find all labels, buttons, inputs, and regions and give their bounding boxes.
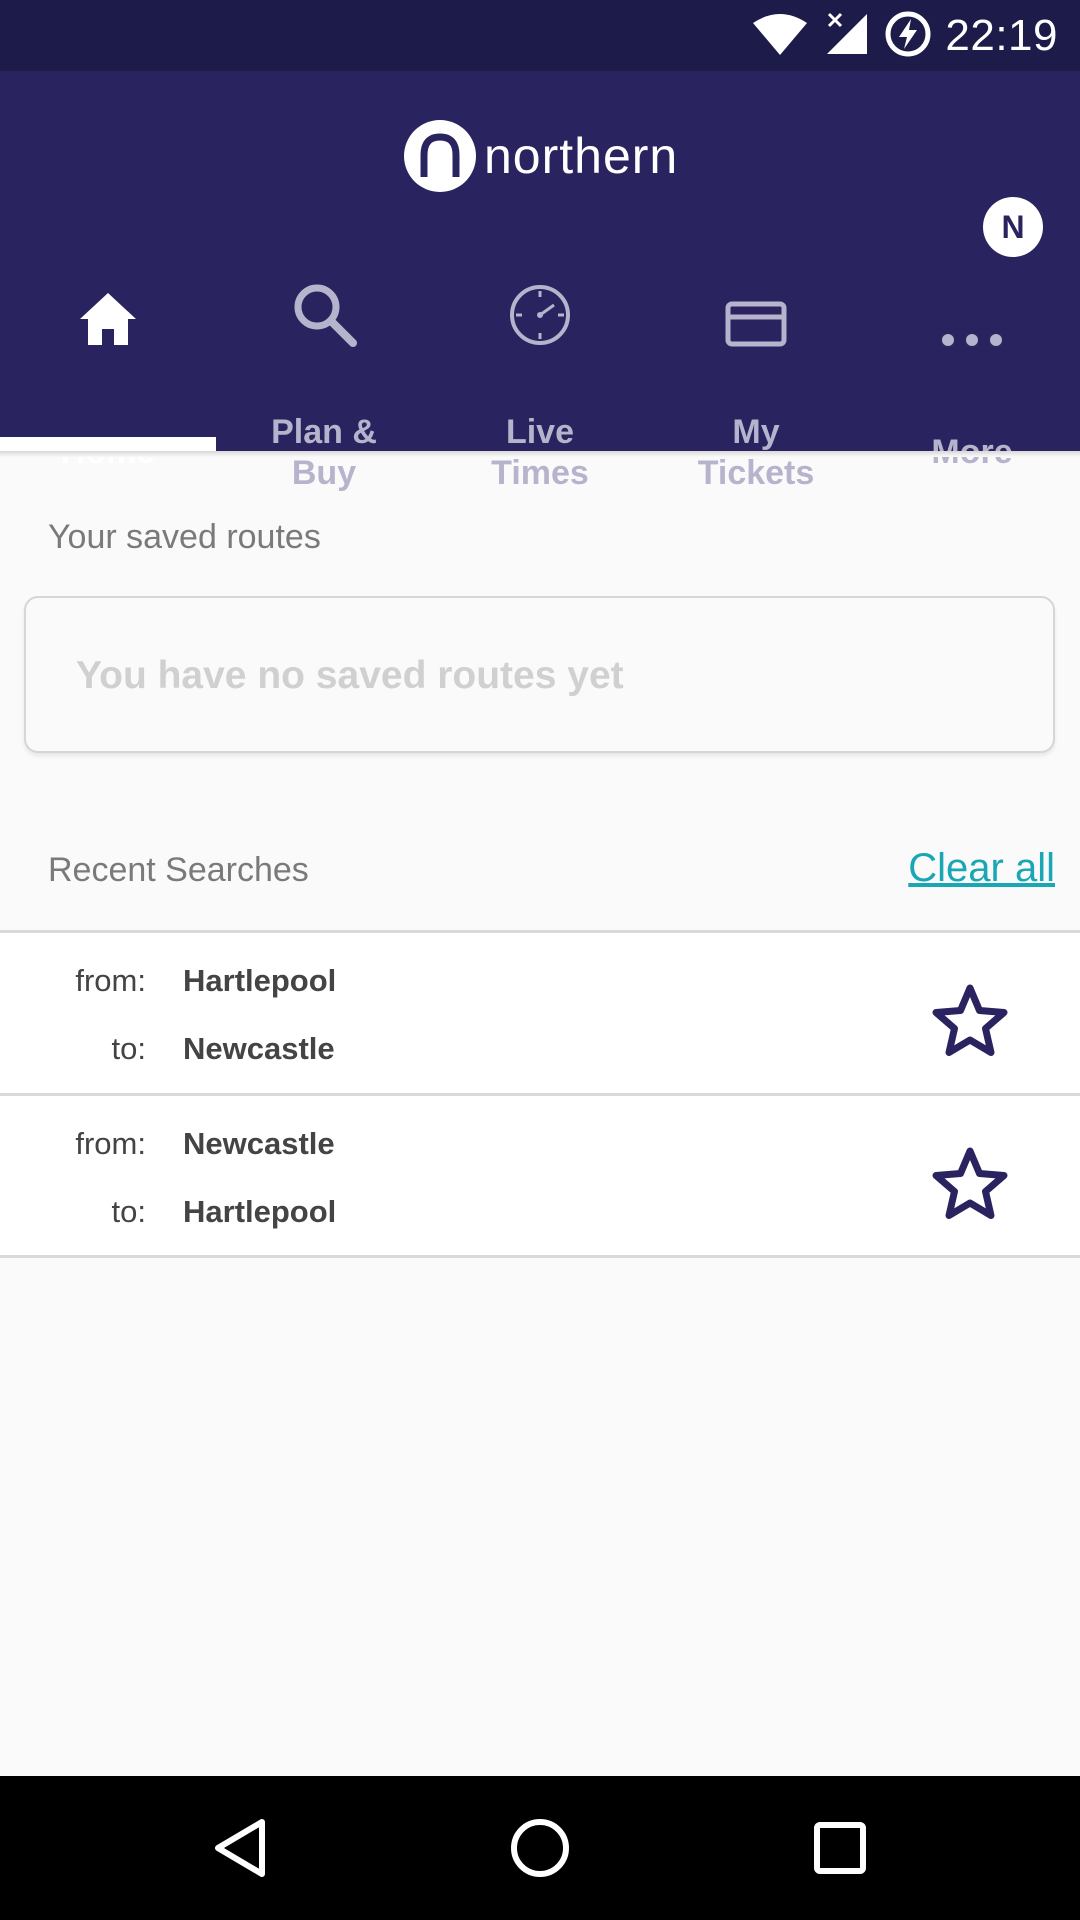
tab-home[interactable]: Home: [0, 262, 216, 471]
to-label: to:: [111, 1194, 146, 1229]
search-icon: [291, 281, 357, 352]
wifi-icon: [751, 11, 809, 62]
home-icon: [78, 291, 138, 352]
save-route-star-icon[interactable]: [930, 1145, 1010, 1225]
divider: [0, 1255, 1080, 1258]
to-station: Newcastle: [183, 1031, 335, 1066]
from-label: from:: [75, 1126, 146, 1161]
ticket-icon: [725, 301, 787, 352]
home-circle-icon[interactable]: [498, 1806, 582, 1890]
recents-square-icon[interactable]: [798, 1806, 882, 1890]
main-tabs: Home Plan & Buy Live Times: [0, 262, 1080, 522]
back-icon[interactable]: [198, 1806, 282, 1890]
status-time: 22:19: [945, 11, 1058, 60]
brand-name: northern: [484, 128, 679, 184]
from-label: from:: [75, 963, 146, 998]
header-shadow: [0, 451, 1080, 457]
from-station: Hartlepool: [183, 963, 337, 998]
tab-my-tickets[interactable]: My Tickets: [648, 262, 864, 492]
save-route-star-icon[interactable]: [930, 982, 1010, 1062]
to-station: Hartlepool: [183, 1194, 337, 1229]
recent-search-item[interactable]: from: Newcastle to: Hartlepool: [0, 1096, 1080, 1256]
clock-icon: [508, 283, 572, 352]
tab-live-times[interactable]: Live Times: [432, 262, 648, 492]
system-nav-bar: [0, 1776, 1080, 1920]
status-bar: 22:19: [0, 0, 1080, 71]
more-dots-icon: [941, 333, 1003, 352]
app-header: northern N Home Plan & Buy: [0, 71, 1080, 492]
recent-searches-title: Recent Searches: [48, 851, 309, 889]
clear-all-link[interactable]: Clear all: [908, 846, 1055, 891]
saved-routes-title: Your saved routes: [48, 518, 321, 556]
saved-routes-card: You have no saved routes yet: [24, 596, 1055, 753]
to-label: to:: [111, 1031, 146, 1066]
logo-arch-icon: [404, 120, 476, 192]
northern-logo: northern: [404, 119, 678, 193]
tab-more[interactable]: More: [864, 262, 1080, 471]
saved-routes-empty-message: You have no saved routes yet: [76, 654, 624, 697]
recent-search-item[interactable]: from: Hartlepool to: Newcastle: [0, 933, 1080, 1093]
active-tab-indicator: [0, 437, 216, 451]
signal-icon: [823, 10, 871, 63]
account-avatar[interactable]: N: [983, 197, 1043, 257]
from-station: Newcastle: [183, 1126, 335, 1161]
battery-charging-icon: [885, 11, 931, 62]
tab-plan-buy[interactable]: Plan & Buy: [216, 262, 432, 492]
